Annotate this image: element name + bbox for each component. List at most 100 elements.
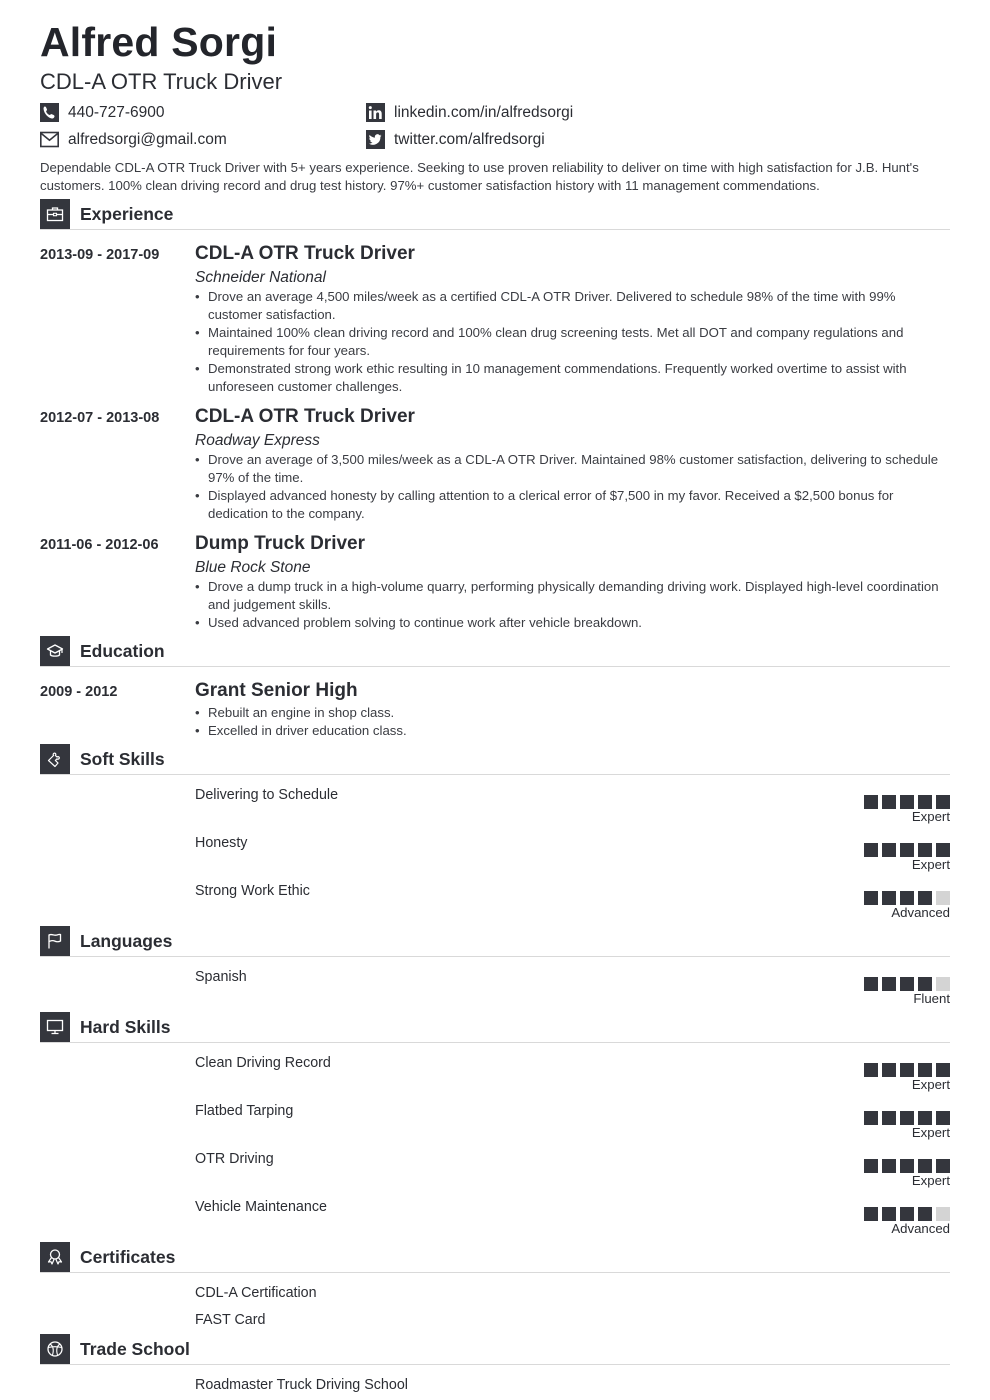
briefcase-icon bbox=[40, 199, 70, 229]
entry-title: CDL-A OTR Truck Driver bbox=[195, 243, 415, 264]
skill-level: Expert bbox=[911, 1125, 950, 1140]
skill-name: OTR Driving bbox=[195, 1151, 274, 1167]
bullet: Drove an average of 3,500 miles/week as … bbox=[195, 451, 950, 487]
rating-dot-filled bbox=[864, 795, 878, 809]
section-trade-school: Trade School bbox=[40, 1334, 950, 1365]
phone-text[interactable]: 440-727-6900 bbox=[68, 104, 165, 122]
section-soft-skills: Soft Skills bbox=[40, 744, 950, 775]
section-title: Soft Skills bbox=[80, 749, 165, 769]
rating-dot-empty bbox=[936, 1207, 950, 1221]
entry-dates: 2011-06 - 2012-06 bbox=[40, 537, 159, 553]
section-title: Trade School bbox=[80, 1339, 190, 1359]
bullet: Excelled in driver education class. bbox=[195, 722, 950, 740]
section-title: Languages bbox=[80, 931, 173, 951]
skill-name: Honesty bbox=[195, 835, 248, 851]
bullet: Rebuilt an engine in shop class. bbox=[195, 704, 950, 722]
graduation-cap-icon bbox=[40, 636, 70, 666]
rating-dot-filled bbox=[918, 1063, 932, 1077]
entry-bullets: Drove a dump truck in a high-volume quar… bbox=[195, 578, 950, 632]
contact-twitter: twitter.com/alfredsorgi bbox=[366, 130, 545, 149]
rating-dot-filled bbox=[936, 1159, 950, 1173]
rating-dot-filled bbox=[936, 1063, 950, 1077]
skill-level: Fluent bbox=[913, 991, 950, 1006]
rating-dot-filled bbox=[900, 977, 914, 991]
skill-level: Advanced bbox=[891, 905, 950, 920]
basketball-icon bbox=[40, 1334, 70, 1364]
section-title: Certificates bbox=[80, 1247, 176, 1267]
rating-dots bbox=[864, 1063, 950, 1077]
candidate-name: Alfred Sorgi bbox=[40, 19, 278, 65]
rating-dots bbox=[864, 891, 950, 905]
bullet: Drove an average 4,500 miles/week as a c… bbox=[195, 288, 950, 324]
rating-dot-filled bbox=[882, 795, 896, 809]
rating-dot-filled bbox=[918, 891, 932, 905]
rating-dots bbox=[864, 1159, 950, 1173]
rating-dot-filled bbox=[918, 977, 932, 991]
linkedin-icon bbox=[366, 103, 385, 122]
rating-dot-filled bbox=[882, 1159, 896, 1173]
linkedin-text[interactable]: linkedin.com/in/alfredsorgi bbox=[394, 104, 573, 122]
skill-level: Advanced bbox=[891, 1221, 950, 1236]
skill-level: Expert bbox=[911, 1173, 950, 1188]
rating-dot-filled bbox=[882, 1063, 896, 1077]
twitter-icon bbox=[366, 130, 385, 149]
rating-dot-filled bbox=[900, 795, 914, 809]
trade-school-item: Roadmaster Truck Driving School bbox=[195, 1377, 408, 1393]
contact-linkedin: linkedin.com/in/alfredsorgi bbox=[366, 103, 573, 122]
rating-dot-filled bbox=[936, 1111, 950, 1125]
entry-bullets: Drove an average 4,500 miles/week as a c… bbox=[195, 288, 950, 396]
rating-dot-filled bbox=[882, 1111, 896, 1125]
bullet: Demonstrated strong work ethic resulting… bbox=[195, 360, 950, 396]
section-education: Education bbox=[40, 636, 950, 667]
rating-dot-filled bbox=[936, 795, 950, 809]
rating-dot-filled bbox=[918, 843, 932, 857]
skill-name: Clean Driving Record bbox=[195, 1055, 331, 1071]
rating-dots bbox=[864, 1111, 950, 1125]
rating-dot-filled bbox=[936, 843, 950, 857]
rating-dot-filled bbox=[900, 891, 914, 905]
twitter-text[interactable]: twitter.com/alfredsorgi bbox=[394, 131, 545, 149]
section-title: Experience bbox=[80, 204, 174, 224]
entry-company: Roadway Express bbox=[195, 432, 320, 449]
email-text[interactable]: alfredsorgi@gmail.com bbox=[68, 131, 227, 149]
entry-company: Schneider National bbox=[195, 269, 326, 286]
certificate-item: FAST Card bbox=[195, 1312, 266, 1328]
rating-dot-filled bbox=[864, 843, 878, 857]
section-hard-skills: Hard Skills bbox=[40, 1012, 950, 1043]
rating-dot-filled bbox=[918, 1111, 932, 1125]
bullet: Drove a dump truck in a high-volume quar… bbox=[195, 578, 950, 614]
profile-summary: Dependable CDL-A OTR Truck Driver with 5… bbox=[40, 160, 919, 193]
rating-dot-filled bbox=[918, 1207, 932, 1221]
skill-name: Strong Work Ethic bbox=[195, 883, 310, 899]
rating-dot-filled bbox=[864, 1207, 878, 1221]
entry-bullets: Rebuilt an engine in shop class. Excelle… bbox=[195, 704, 950, 740]
candidate-title: CDL-A OTR Truck Driver bbox=[40, 69, 283, 94]
section-title: Hard Skills bbox=[80, 1017, 171, 1037]
skill-level: Expert bbox=[911, 1077, 950, 1092]
entry-company: Blue Rock Stone bbox=[195, 559, 311, 576]
certificate-item: CDL-A Certification bbox=[195, 1285, 317, 1301]
entry-title: CDL-A OTR Truck Driver bbox=[195, 406, 415, 427]
rating-dot-filled bbox=[918, 1159, 932, 1173]
bullet: Used advanced problem solving to continu… bbox=[195, 614, 950, 632]
entry-dates: 2012-07 - 2013-08 bbox=[40, 410, 160, 426]
rating-dot-filled bbox=[864, 1063, 878, 1077]
phone-icon bbox=[40, 103, 59, 122]
rating-dots bbox=[864, 843, 950, 857]
rating-dot-empty bbox=[936, 977, 950, 991]
rating-dot-filled bbox=[864, 977, 878, 991]
contact-email: alfredsorgi@gmail.com bbox=[40, 130, 227, 149]
award-ribbon-icon bbox=[40, 1242, 70, 1272]
entry-title: Dump Truck Driver bbox=[195, 533, 365, 554]
entry-dates: 2009 - 2012 bbox=[40, 684, 118, 700]
entry-bullets: Drove an average of 3,500 miles/week as … bbox=[195, 451, 950, 523]
section-title: Education bbox=[80, 641, 165, 661]
rating-dot-filled bbox=[900, 1207, 914, 1221]
flag-icon bbox=[40, 926, 70, 956]
bullet: Maintained 100% clean driving record and… bbox=[195, 324, 950, 360]
rating-dot-filled bbox=[864, 1159, 878, 1173]
skill-name: Vehicle Maintenance bbox=[195, 1199, 327, 1215]
rating-dot-filled bbox=[864, 1111, 878, 1125]
entry-school: Grant Senior High bbox=[195, 680, 358, 701]
rating-dot-filled bbox=[882, 977, 896, 991]
